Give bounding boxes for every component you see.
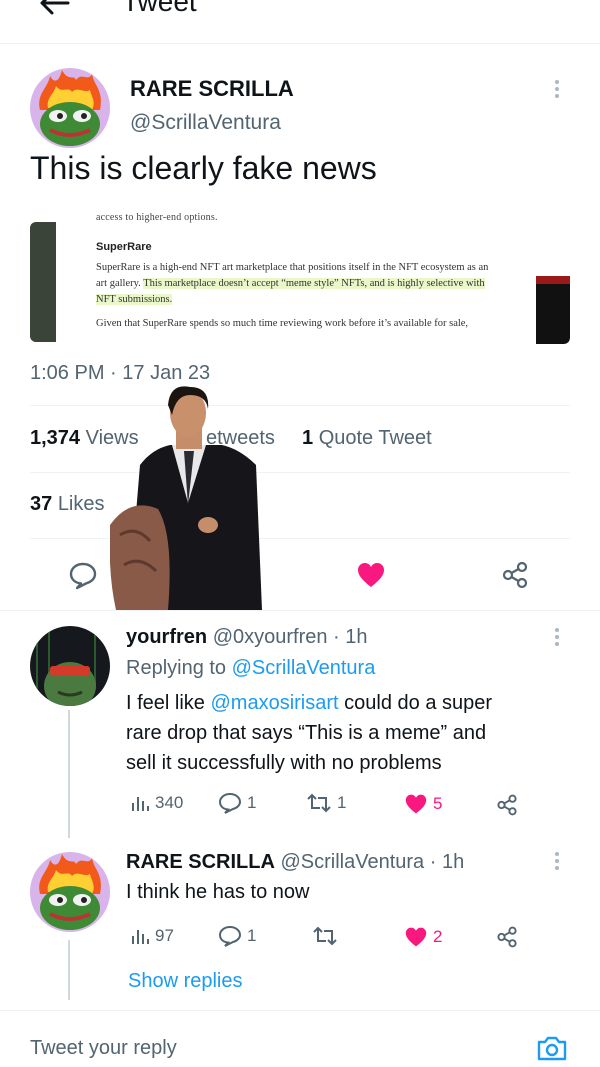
media-left-strip [30, 222, 56, 342]
views-count: 97 [155, 926, 174, 945]
replying-prefix: Replying to [126, 657, 232, 679]
quotes-label: Quote Tweet [318, 427, 432, 449]
thread-line [68, 940, 70, 1000]
quotes-stat[interactable]: 1 Quote Tweet [302, 427, 432, 450]
reply-text: I feel like @maxosirisart could do a sup… [126, 688, 492, 778]
replying-to: Replying to @ScrillaVentura [126, 653, 375, 683]
fire-pepe-avatar-icon [30, 68, 110, 148]
reply-author-handle[interactable]: @0xyourfren [213, 626, 328, 648]
like-icon [405, 927, 427, 947]
reply-line1b: could do a super [338, 692, 493, 714]
tweet-timestamp: 1:06 PM · 17 Jan 23 [30, 362, 211, 384]
reply-avatar[interactable] [30, 626, 110, 706]
like-action[interactable]: 5 [404, 793, 442, 815]
retweet-icon [313, 926, 337, 946]
reply-text-line: rare drop that says “This is a meme” and [126, 722, 487, 744]
retweet-action[interactable] [312, 926, 343, 946]
comment-action[interactable]: 1 [218, 925, 256, 947]
show-replies-link[interactable]: Show replies [128, 970, 243, 993]
reply-header: yourfren @0xyourfren · 1h [126, 626, 368, 649]
like-count: 5 [433, 794, 443, 813]
more-options-icon[interactable] [554, 80, 560, 102]
page-title: Tweet [122, 0, 197, 17]
comment-count: 1 [247, 793, 257, 812]
like-icon[interactable] [356, 561, 386, 589]
share-icon[interactable] [496, 926, 518, 948]
comment-action[interactable]: 1 [218, 792, 256, 814]
media-document: access to higher-end options. SuperRare … [84, 212, 514, 344]
reply-text-line: sell it successfully with no problems [126, 752, 442, 774]
tweet-text: This is clearly fake news [30, 150, 377, 186]
more-options-icon[interactable] [554, 852, 560, 874]
reply-text-line: I feel like @maxosirisart could do a sup… [126, 688, 492, 718]
pepe-avatar-icon [30, 626, 110, 706]
tweet-time: 1:06 PM [30, 362, 105, 384]
like-icon [405, 794, 427, 814]
reply-age: 1h [441, 851, 465, 873]
media-paragraph-2: Given that SuperRare spends so much time… [96, 318, 469, 329]
media-paragraph: SuperRare is a high-end NFT art marketpl… [96, 260, 502, 308]
reply-input[interactable]: Tweet your reply [30, 1037, 177, 1060]
views-count: 340 [155, 793, 184, 812]
camera-icon[interactable] [536, 1034, 568, 1062]
retweet-action[interactable]: 1 [306, 793, 346, 813]
thread-line [68, 710, 70, 838]
confused-man-overlay [110, 386, 262, 610]
likes-count: 37 [30, 493, 53, 515]
views-icon [132, 930, 149, 944]
reply-author-name[interactable]: yourfren [126, 626, 207, 648]
mention-link[interactable]: @maxosirisart [210, 692, 338, 714]
reply-author-name[interactable]: RARE SCRILLA [126, 851, 275, 873]
author-handle[interactable]: @ScrillaVentura [130, 111, 281, 135]
share-icon[interactable] [496, 794, 518, 816]
divider [0, 610, 600, 611]
likes-label: Likes [57, 493, 105, 515]
views-count: 1,374 [30, 427, 81, 449]
reply-icon [218, 925, 242, 947]
author-avatar[interactable] [30, 68, 110, 148]
more-options-icon[interactable] [554, 628, 560, 650]
like-count: 2 [433, 927, 443, 946]
quotes-count: 1 [302, 427, 314, 449]
retweet-icon [307, 793, 331, 813]
reply-line1a: I feel like [126, 692, 211, 714]
author-name[interactable]: RARE SCRILLA [130, 76, 294, 102]
reply-age: 1h [345, 626, 368, 648]
likes-stat[interactable]: 37 Likes [30, 493, 105, 516]
comment-count: 1 [247, 926, 257, 945]
share-icon[interactable] [501, 561, 529, 589]
views-action[interactable]: 340 [130, 793, 183, 813]
reply-icon [218, 792, 242, 814]
tweet-date: 17 Jan 23 [122, 362, 211, 384]
media-heading: SuperRare [96, 241, 152, 253]
reply-avatar[interactable] [30, 852, 110, 932]
separator-dot: · [429, 851, 437, 873]
top-bar [0, 0, 600, 44]
media-right-strip [536, 276, 570, 344]
tweet-media[interactable]: access to higher-end options. SuperRare … [30, 212, 570, 344]
reply-icon[interactable] [68, 560, 98, 590]
separator-dot: · [333, 626, 340, 648]
reply-text: I think he has to now [126, 881, 310, 903]
back-arrow-icon[interactable] [36, 0, 72, 18]
views-icon [132, 797, 149, 811]
views-action[interactable]: 97 [130, 926, 174, 946]
media-cut-line: access to higher-end options. [96, 212, 218, 223]
reply-header: RARE SCRILLA @ScrillaVentura · 1h [126, 851, 464, 874]
fire-pepe-avatar-icon [30, 852, 110, 932]
retweet-count: 1 [337, 793, 347, 812]
reply-author-handle[interactable]: @ScrillaVentura [280, 851, 424, 873]
replying-to-link[interactable]: @ScrillaVentura [232, 657, 376, 679]
like-action[interactable]: 2 [404, 926, 442, 948]
media-highlight: This marketplace doesn’t accept “meme st… [96, 278, 485, 305]
